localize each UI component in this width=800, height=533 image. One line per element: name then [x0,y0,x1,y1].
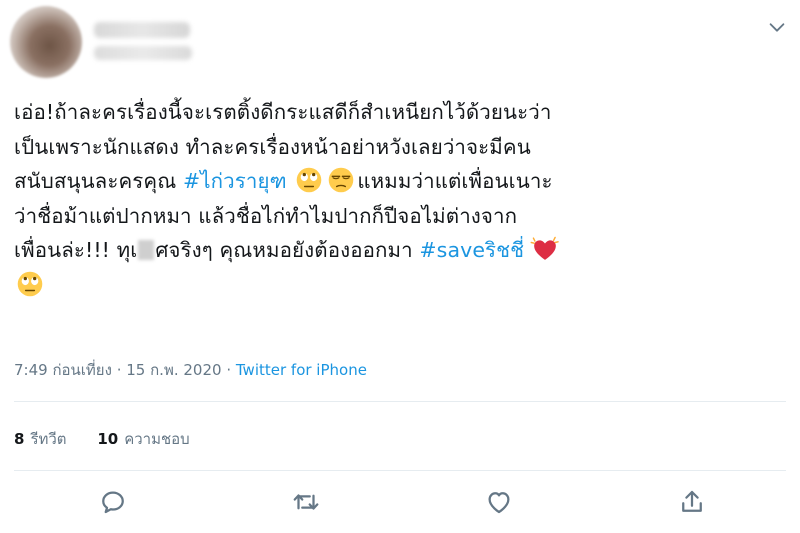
divider [14,401,786,402]
hashtag-link[interactable]: #ไก่วรายุฑ [183,169,287,193]
rolling-eyes-emoji-icon [297,167,322,193]
tweet-text-segment: เอ่อ!ถ้าละครเรื่องนี้จะเรตติ้งดีกระแสดีก… [14,100,552,124]
meta-separator: · [111,361,127,379]
tweet-line: เป็นเพราะนักแสดง ทำละครเรื่องหน้าอย่าหวั… [14,130,789,165]
tweet-text-segment: เพื่อนล่ะ!!! ทุเ [14,238,138,262]
hashtag-link[interactable]: #saveริชชี่ [419,238,524,262]
retweets-label: รีทวีต [30,430,67,448]
username-blurred [94,46,192,60]
sparkling-heart-emoji-icon [530,236,559,260]
tweet-stats: 8 รีทวีต 10 ความชอบ [14,427,216,451]
tweet-text: เอ่อ!ถ้าละครเรื่องนี้จะเรตติ้งดีกระแสดีก… [14,95,789,302]
rolling-eyes-emoji-icon [17,271,43,296]
retweets-count: 8 [14,430,25,448]
unamused-emoji-icon [329,167,354,193]
likes-label: ความชอบ [124,430,190,448]
tweet-time[interactable]: 7:49 ก่อนเที่ยง [14,361,112,379]
tweet-line [14,268,789,303]
tweet-text-segment: ศจริงๆ คุณหมอยังต้องออกมา [155,238,420,262]
likes-stat[interactable]: 10 ความชอบ [97,427,189,451]
reply-icon[interactable] [98,487,128,517]
tweet-line: เอ่อ!ถ้าละครเรื่องนี้จะเรตติ้งดีกระแสดีก… [14,95,789,130]
display-name-blurred[interactable] [94,22,190,38]
avatar[interactable] [10,6,82,78]
divider [14,470,786,471]
censored-character [138,240,155,260]
tweet-line: ว่าชื่อม้าแต่ปากหมา แล้วชื่อไก่ทำไมปากก็… [14,199,789,234]
likes-count: 10 [97,430,119,448]
tweet-meta: 7:49 ก่อนเที่ยง · 15 ก.พ. 2020 · Twitter… [14,358,367,382]
tweet-text-segment: สนับสนุนละครคุณ [14,169,183,193]
tweet-text-segment: แหมมว่าแต่เพื่อนเนาะ [357,169,553,193]
tweet-line: เพื่อนล่ะ!!! ทุเ ศจริงๆ คุณหมอยังต้องออกม… [14,233,789,268]
share-icon[interactable] [677,487,707,517]
tweet-header [0,0,800,80]
tweet-text-segment [287,169,294,193]
meta-separator: · [221,361,236,379]
chevron-down-icon[interactable] [766,16,788,38]
action-bar [0,487,800,523]
heart-outline-icon[interactable] [484,487,514,517]
tweet-text-segment: ว่าชื่อม้าแต่ปากหมา แล้วชื่อไก่ทำไมปากก็… [14,203,518,228]
tweet-line: สนับสนุนละครคุณ #ไก่วรายุฑ แหมมว่าแต่เพื… [14,164,789,199]
tweet-text-segment: เป็นเพราะนักแสดง ทำละครเรื่องหน้าอย่าหวั… [14,134,531,159]
retweet-icon[interactable] [291,487,321,517]
tweet-date[interactable]: 15 ก.พ. 2020 [126,361,221,379]
tweet-source-link[interactable]: Twitter for iPhone [236,361,367,379]
retweets-stat[interactable]: 8 รีทวีต [14,427,67,451]
